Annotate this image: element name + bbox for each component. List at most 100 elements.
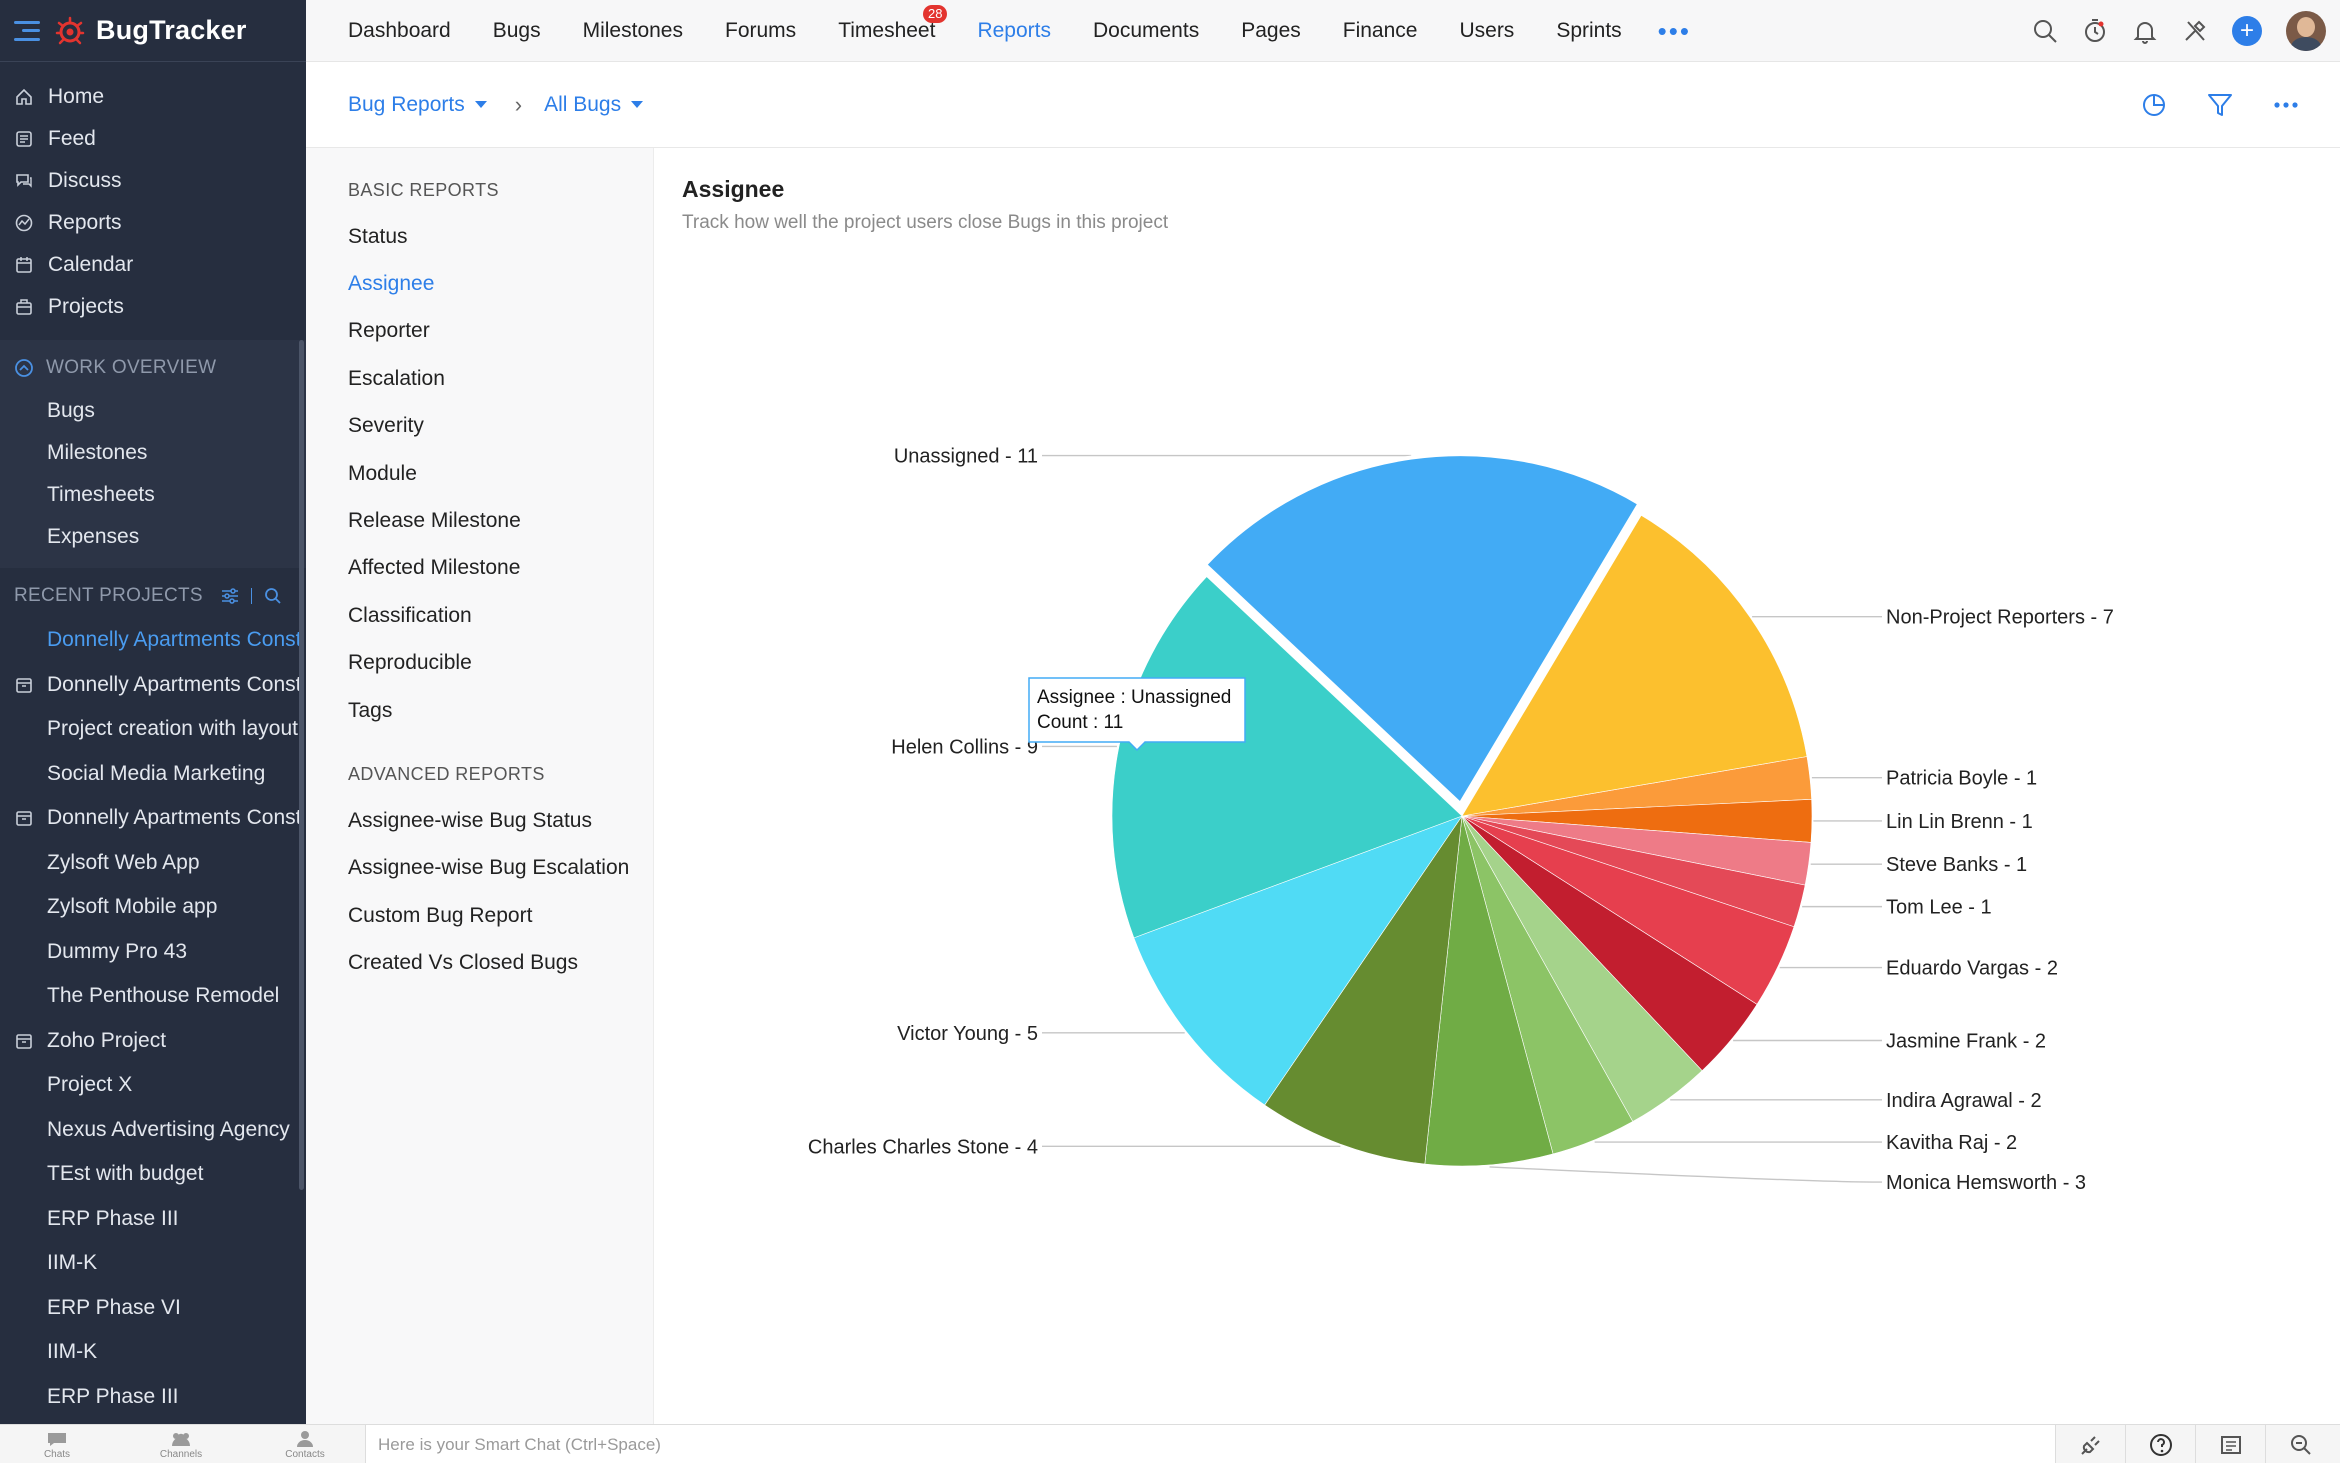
project-name: Zylsoft Mobile app [47,895,218,919]
smart-chat-input[interactable]: Here is your Smart Chat (Ctrl+Space) [365,1425,2055,1463]
sidebar-scrollbar[interactable] [299,340,304,1190]
recent-project-item[interactable]: IIM-K [0,1241,306,1286]
chart-type-icon[interactable] [2140,91,2168,119]
report-link-reporter[interactable]: Reporter [348,308,653,355]
tab-timesheet[interactable]: Timesheet 28 [838,4,948,43]
recent-project-item[interactable]: Zylsoft Mobile app [0,885,306,930]
recent-project-item[interactable]: Donnelly Apartments Construction [0,618,306,663]
tab-dashboard[interactable]: Dashboard [348,19,451,43]
report-link-severity[interactable]: Severity [348,403,653,450]
contacts-label: Contacts [285,1448,325,1460]
sidebar-item-home[interactable]: Home [0,76,306,118]
tab-label: Milestones [582,18,683,42]
recent-project-item[interactable]: Zoho Project [0,1019,306,1064]
all-bugs-dropdown[interactable]: All Bugs [544,93,644,117]
recent-project-item[interactable]: IIM-K [0,1330,306,1375]
work-overview-item-expenses[interactable]: Expenses [0,516,306,558]
help-button[interactable] [2125,1425,2195,1463]
user-avatar[interactable] [2286,11,2326,51]
tab-documents[interactable]: Documents [1093,19,1199,43]
search-projects-icon[interactable] [264,587,282,605]
recent-project-item[interactable]: Donnelly Apartments Construction [0,663,306,708]
tab-label: Bugs [492,18,541,42]
zoom-button[interactable] [2265,1425,2335,1463]
recent-project-item[interactable]: TEst with budget [0,1152,306,1197]
project-name: IIM-K [47,1251,98,1275]
project-name: Social Media Marketing [47,761,266,785]
sidebar-item-reports[interactable]: Reports [0,202,306,244]
report-tools [2140,62,2300,148]
tab-reports[interactable]: Reports [977,19,1051,43]
news-button[interactable] [2195,1425,2265,1463]
work-overview-item-timesheets[interactable]: Timesheets [0,474,306,516]
report-link-classification[interactable]: Classification [348,592,653,639]
report-link-custom-bug-report[interactable]: Custom Bug Report [348,892,653,939]
recent-projects-list: Donnelly Apartments Construction Donnelly… [0,618,306,1419]
tab-bugs[interactable]: Bugs [493,19,541,43]
tab-forums[interactable]: Forums [725,19,796,43]
search-icon[interactable] [2032,18,2058,44]
recent-project-item[interactable]: ERP Phase VI [0,1286,306,1331]
recent-project-item[interactable]: ERP Phase III [0,1375,306,1420]
sidebar-item-projects[interactable]: Projects [0,286,306,328]
report-link-assignee[interactable]: Assignee [348,260,653,307]
pie-label: Monica Hemsworth - 3 [1886,1172,2086,1194]
recent-project-item[interactable]: Nexus Advertising Agency [0,1108,306,1153]
tab-milestones[interactable]: Milestones [583,19,683,43]
plug-button[interactable] [2055,1425,2125,1463]
more-options-icon[interactable] [2272,91,2300,119]
recent-project-item[interactable]: Donnelly Apartments Construction [0,796,306,841]
recent-project-item[interactable]: Social Media Marketing [0,752,306,797]
recent-project-item[interactable]: The Penthouse Remodel [0,974,306,1019]
filter-sliders-icon[interactable] [221,587,239,605]
hamburger-menu-icon[interactable] [14,20,40,41]
feed-icon [14,129,34,149]
report-title: Assignee [682,176,785,202]
sidebar-item-calendar[interactable]: Calendar [0,244,306,286]
tab-label: Users [1459,18,1515,42]
report-link-release-milestone[interactable]: Release Milestone [348,497,653,544]
report-link-tags[interactable]: Tags [348,687,653,734]
timer-icon[interactable] [2082,18,2108,44]
sidebar-item-label: Calendar [48,253,134,276]
report-link-assignee-wise-bug-status[interactable]: Assignee-wise Bug Status [348,797,653,844]
tab-finance[interactable]: Finance [1343,19,1418,43]
bug-reports-dropdown[interactable]: Bug Reports [348,93,487,117]
top-icons: + [2032,0,2326,62]
tab-sprints[interactable]: Sprints [1556,19,1621,43]
work-overview-header[interactable]: WORK OVERVIEW [0,346,306,390]
chats-button[interactable]: Chats [17,1425,97,1463]
report-link-affected-milestone[interactable]: Affected Milestone [348,545,653,592]
channels-button[interactable]: Channels [141,1425,221,1463]
sidebar-item-discuss[interactable]: Discuss [0,160,306,202]
pie-leader-line [1489,1166,1882,1183]
report-link-status[interactable]: Status [348,213,653,260]
quick-add-button[interactable]: + [2232,16,2262,46]
tab-users[interactable]: Users [1459,19,1514,43]
tab-pages[interactable]: Pages [1241,19,1301,43]
more-tabs-button[interactable]: ••• [1658,18,1691,44]
report-link-created-vs-closed-bugs[interactable]: Created Vs Closed Bugs [348,939,653,986]
report-link-reproducible[interactable]: Reproducible [348,640,653,687]
report-link-assignee-wise-bug-escalation[interactable]: Assignee-wise Bug Escalation [348,845,653,892]
report-link-escalation[interactable]: Escalation [348,355,653,402]
recent-project-item[interactable]: Project creation with layout [0,707,306,752]
pie-label: Patricia Boyle - 1 [1886,768,2037,790]
recent-project-item[interactable]: Project X [0,1063,306,1108]
contacts-button[interactable]: Contacts [265,1425,345,1463]
bell-icon[interactable] [2132,18,2158,44]
work-overview-item-milestones[interactable]: Milestones [0,432,306,474]
sidebar-item-feed[interactable]: Feed [0,118,306,160]
recent-project-item[interactable]: ERP Phase III [0,1197,306,1242]
work-overview-item-bugs[interactable]: Bugs [0,390,306,432]
recent-project-item[interactable]: Zylsoft Web App [0,841,306,886]
tools-icon[interactable] [2182,18,2208,44]
tab-label: Timesheet [838,18,936,42]
report-link-module[interactable]: Module [348,450,653,497]
recent-project-item[interactable]: Dummy Pro 43 [0,930,306,975]
filter-icon[interactable] [2206,91,2234,119]
